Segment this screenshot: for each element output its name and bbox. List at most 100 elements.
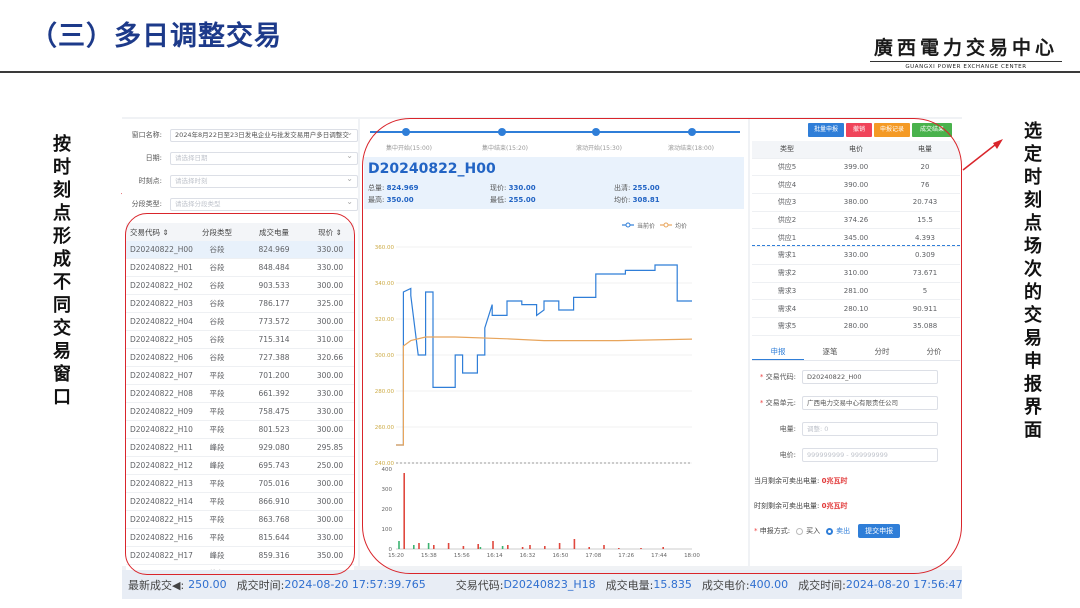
- table-cell: 谷段: [209, 353, 225, 362]
- order-book-row: 需求4 280.10 90.911: [752, 300, 960, 318]
- table-row[interactable]: D20240822_H13 平段 705.016 300.00: [126, 475, 354, 493]
- order-book-row: 供应4 390.00 76: [752, 176, 960, 195]
- header-price[interactable]: 现价 ⇕: [306, 227, 354, 238]
- table-cell: 300.00: [316, 479, 344, 488]
- table-cell: 平段: [209, 479, 225, 488]
- table-row[interactable]: D20240822_H01 谷段 848.484 330.00: [126, 259, 354, 277]
- table-row[interactable]: D20240822_H09 平段 758.475 330.00: [126, 403, 354, 421]
- header-code[interactable]: 交易代码 ⇕: [126, 227, 192, 238]
- submit-button[interactable]: 提交申报: [858, 524, 901, 538]
- tab-time[interactable]: 分时: [856, 345, 908, 360]
- code-select[interactable]: D20240822_H00: [802, 370, 938, 384]
- order-book-cell: 380.00: [843, 198, 869, 207]
- table-row[interactable]: D20240822_H00 谷段 824.969 330.00: [126, 241, 354, 259]
- window-name-select[interactable]: 2024年8月22日至23日发电企业与批发交易用户多日调整交: [170, 128, 358, 142]
- batch-declare-button[interactable]: 批量申报: [808, 123, 844, 137]
- table-cell: D20240822_H06: [130, 353, 193, 362]
- table-row[interactable]: D20240822_H11 峰段 929.080 295.85: [126, 439, 354, 457]
- table-row[interactable]: D20240822_H16 平段 815.644 330.00: [126, 529, 354, 547]
- table-row[interactable]: D20240822_H15 平段 863.768 300.00: [126, 511, 354, 529]
- table-row[interactable]: D20240822_H08 平段 661.392 330.00: [126, 385, 354, 403]
- table-cell: 谷段: [209, 317, 225, 326]
- month-remaining-note: 当月剩余可卖出电量: 0兆瓦时: [754, 477, 848, 485]
- price-chart: 当前价 均价 360.00 340.00 320.00 300.00 280.00 260.0…: [375, 222, 701, 559]
- x-tick-label: 15:38: [421, 553, 437, 559]
- supply-demand-divider: [752, 245, 960, 246]
- volume-bar: [447, 543, 450, 549]
- volume-bar: [403, 473, 405, 549]
- stat-high: 最高: 350.00: [368, 196, 414, 204]
- table-row[interactable]: D20240822_H06 谷段 727.388 320.66: [126, 349, 354, 367]
- table-row[interactable]: D20240822_H14 平段 866.910 300.00: [126, 493, 354, 511]
- table-row[interactable]: D20240822_H03 谷段 786.177 325.00: [126, 295, 354, 313]
- table-cell: 295.85: [316, 443, 344, 452]
- date-row: 日期: 请选择日期: [130, 150, 358, 166]
- table-row[interactable]: D20240822_H12 峰段 695.743 250.00: [126, 457, 354, 475]
- qty-input[interactable]: 调整: 0: [802, 422, 938, 436]
- order-book-cell: 供应3: [777, 198, 797, 207]
- step-dot: [688, 128, 696, 136]
- table-cell: D20240822_H01: [130, 263, 193, 272]
- window-name-label: 窗口名称:: [131, 131, 162, 139]
- step-dot: [402, 128, 410, 136]
- table-cell: 310.00: [316, 335, 344, 344]
- order-book-row: 供应5 399.00 20: [752, 159, 960, 177]
- deal-price: 400.00: [749, 578, 789, 591]
- order-book-cell: 281.00: [843, 286, 869, 295]
- table-cell: 859.316: [258, 551, 290, 560]
- volume-tick-label: 100: [382, 527, 393, 533]
- table-header: 交易代码 ⇕ 分段类型 成交电量 现价 ⇕: [126, 223, 354, 241]
- order-book-cell: 需求2: [777, 269, 797, 278]
- table-cell: 325.00: [316, 299, 344, 308]
- left-panel: 窗口名称: 2024年8月22日至23日发电企业与批发交易用户多日调整交 日期:…: [122, 119, 358, 583]
- buy-label: 买入: [806, 527, 821, 535]
- table-cell: D20240822_H08: [130, 389, 193, 398]
- price-input[interactable]: 999999999 - 999999999: [802, 448, 938, 462]
- table-row[interactable]: D20240822_H02 谷段 903.533 300.00: [126, 277, 354, 295]
- table-cell: 平段: [209, 497, 225, 506]
- tab-tick[interactable]: 逐笔: [804, 345, 856, 360]
- price-tick-label: 260.00: [375, 425, 395, 431]
- trade-window-table: 交易代码 ⇕ 分段类型 成交电量 现价 ⇕ D20240822_H00 谷段 824…: [126, 223, 354, 583]
- cancel-button[interactable]: 撤销: [846, 123, 872, 137]
- order-book-cell: 345.00: [843, 233, 869, 242]
- table-cell: 715.314: [258, 335, 290, 344]
- chart-legend: 当前价 均价: [622, 222, 687, 230]
- deal-result-button[interactable]: 成交结果: [912, 123, 952, 137]
- tab-price[interactable]: 分价: [908, 345, 960, 360]
- segment-type-select[interactable]: 请选择分段类型: [170, 197, 358, 211]
- table-row[interactable]: D20240822_H04 谷段 773.572 300.00: [126, 313, 354, 331]
- volume-bar: [603, 545, 605, 549]
- table-cell: 863.768: [258, 515, 290, 524]
- declare-record-button[interactable]: 申报记录: [874, 123, 910, 137]
- order-tabs: 申报 逐笔 分时 分价: [752, 345, 960, 361]
- table-row[interactable]: D20240822_H07 平段 701.200 300.00: [126, 367, 354, 385]
- table-row[interactable]: D20240822_H05 谷段 715.314 310.00: [126, 331, 354, 349]
- stat-clear: 出清: 255.00: [614, 184, 660, 192]
- table-cell: 平段: [209, 389, 225, 398]
- tab-declare[interactable]: 申报: [752, 345, 804, 360]
- table-cell: 330.00: [316, 389, 344, 398]
- segment-type-label: 分段类型:: [131, 200, 162, 208]
- unit-select[interactable]: 广西电力交易中心有限责任公司: [802, 396, 938, 410]
- volume-tick-label: 400: [382, 467, 393, 473]
- table-row[interactable]: D20240822_H17 峰段 859.316 350.00: [126, 547, 354, 565]
- selected-code: D20240822_H00: [368, 161, 496, 177]
- volume-bar: [462, 546, 465, 549]
- table-cell: 平段: [209, 515, 225, 524]
- table-row[interactable]: D20240822_H10 平段 801.523 300.00: [126, 421, 354, 439]
- table-cell: 866.910: [258, 497, 290, 506]
- volume-bar: [529, 545, 531, 549]
- deal-time2: 2024-08-20 17:56:47.970: [845, 578, 962, 591]
- stats-panel: D20240822_H00 总量: 824.969 现价: 330.00 出清:…: [364, 157, 744, 209]
- step-dot: [498, 128, 506, 136]
- date-picker[interactable]: 请选择日期: [170, 151, 358, 165]
- order-book-cell: 20.743: [912, 198, 938, 207]
- order-book-cell: 35.088: [912, 322, 938, 331]
- sell-radio[interactable]: [826, 527, 834, 535]
- table-cell: 峰段: [209, 551, 225, 560]
- table-cell: 300.00: [316, 317, 344, 326]
- table-cell: 平段: [209, 371, 225, 380]
- time-select[interactable]: 请选择时刻: [170, 174, 358, 188]
- buy-radio[interactable]: [796, 527, 804, 535]
